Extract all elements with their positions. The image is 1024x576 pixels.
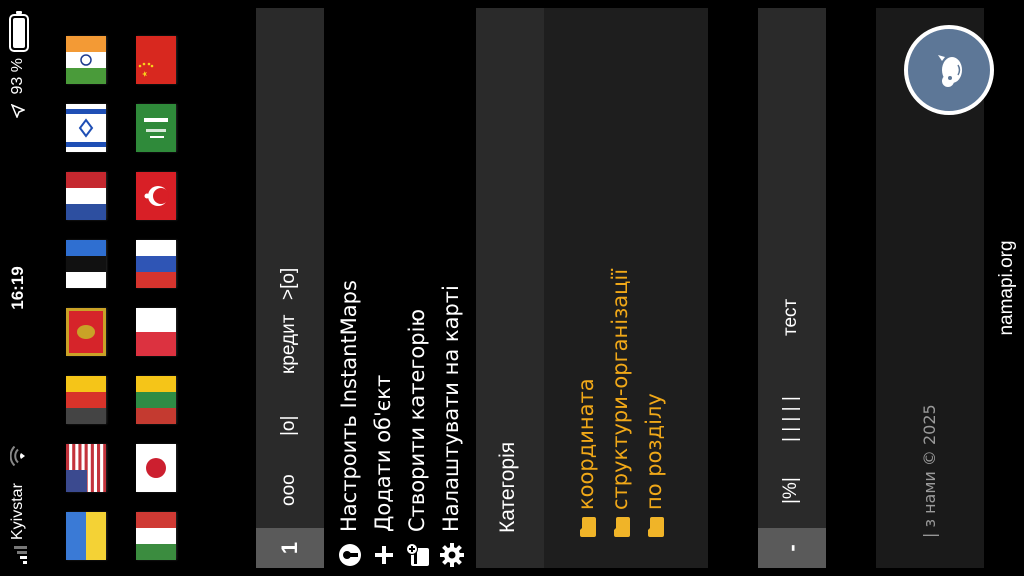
app-screen: Kyivstar 16:19 93 % 1 ooo |o| кредит >[o… bbox=[0, 0, 1024, 576]
category-header: Категорія bbox=[476, 8, 544, 568]
toolbar-item-bars[interactable]: | | | | | bbox=[780, 396, 802, 442]
menu-number-tab[interactable]: 1 bbox=[256, 528, 324, 568]
gear-icon bbox=[440, 543, 464, 567]
category-item[interactable]: по розділу bbox=[640, 0, 672, 538]
flag-saudi-arabia[interactable] bbox=[136, 104, 176, 152]
plus-icon bbox=[375, 546, 393, 564]
toolbar-item-percent[interactable]: |%| bbox=[780, 477, 802, 504]
category-title: Категорія bbox=[496, 441, 519, 533]
toolbar-item-test[interactable]: тест bbox=[780, 299, 802, 336]
footer-panel: | з нами © 2025 bbox=[876, 8, 994, 568]
bottom-toolbar: - |%| | | | | | тест bbox=[758, 8, 826, 568]
menu-item-ooo[interactable]: ooo bbox=[278, 474, 300, 506]
action-create-category[interactable]: Створити категорію bbox=[402, 8, 434, 568]
flag-israel[interactable] bbox=[66, 104, 106, 152]
flag-china[interactable] bbox=[136, 36, 176, 84]
owl-fab-button[interactable] bbox=[904, 25, 994, 115]
action-label: Настроить InstantMaps bbox=[337, 280, 361, 532]
menu-item-credit[interactable]: кредит bbox=[278, 315, 300, 374]
category-item-label: координата bbox=[574, 378, 598, 510]
category-item[interactable]: координата bbox=[572, 0, 604, 538]
site-domain[interactable]: namapi.org bbox=[996, 0, 1018, 576]
copyright-text: | з нами © 2025 bbox=[920, 404, 939, 538]
flag-russia[interactable] bbox=[136, 240, 176, 288]
status-bar: Kyivstar 16:19 93 % bbox=[0, 0, 40, 576]
flag-turkey[interactable] bbox=[136, 172, 176, 220]
category-list: координата структури-організації по розд… bbox=[544, 8, 708, 568]
flag-india[interactable] bbox=[66, 36, 106, 84]
folder-icon bbox=[648, 517, 664, 537]
battery-icon bbox=[9, 11, 29, 52]
flag-montenegro[interactable] bbox=[66, 308, 106, 356]
category-item-label: по розділу bbox=[642, 393, 666, 510]
category-item[interactable]: структури-організації bbox=[606, 0, 638, 538]
flag-ukraine[interactable] bbox=[66, 512, 106, 560]
action-add-object[interactable]: Додати об'єкт bbox=[368, 8, 400, 568]
battery-percent: 93 % bbox=[9, 58, 26, 95]
new-folder-icon bbox=[406, 543, 429, 566]
action-configure-on-map[interactable]: Налаштувати на карті bbox=[436, 8, 468, 568]
keyhole-icon bbox=[339, 544, 361, 566]
category-item-label: структури-організації bbox=[608, 268, 632, 510]
flag-hungary[interactable] bbox=[136, 512, 176, 560]
flag-germany[interactable] bbox=[66, 376, 106, 424]
flag-usa[interactable] bbox=[66, 444, 106, 492]
menu-item-export[interactable]: >[o] bbox=[278, 268, 300, 300]
location-arrow-icon bbox=[11, 104, 25, 118]
action-label: Налаштувати на карті bbox=[439, 285, 463, 532]
action-label: Додати об'єкт bbox=[371, 374, 395, 532]
flag-japan[interactable] bbox=[136, 444, 176, 492]
folder-icon bbox=[614, 517, 630, 537]
action-configure-instantmaps[interactable]: Настроить InstantMaps bbox=[334, 8, 366, 568]
menu-item-o-bars[interactable]: |o| bbox=[278, 416, 300, 436]
top-menu-bar: 1 ooo |o| кредит >[o] bbox=[256, 8, 324, 568]
owl-icon bbox=[938, 55, 962, 87]
flag-netherlands[interactable] bbox=[66, 172, 106, 220]
toolbar-minus-tab[interactable]: - bbox=[758, 528, 826, 568]
action-label: Створити категорію bbox=[405, 308, 429, 532]
flag-lithuania[interactable] bbox=[136, 376, 176, 424]
flag-poland[interactable] bbox=[136, 308, 176, 356]
flag-estonia[interactable] bbox=[66, 240, 106, 288]
folder-icon bbox=[580, 517, 596, 537]
